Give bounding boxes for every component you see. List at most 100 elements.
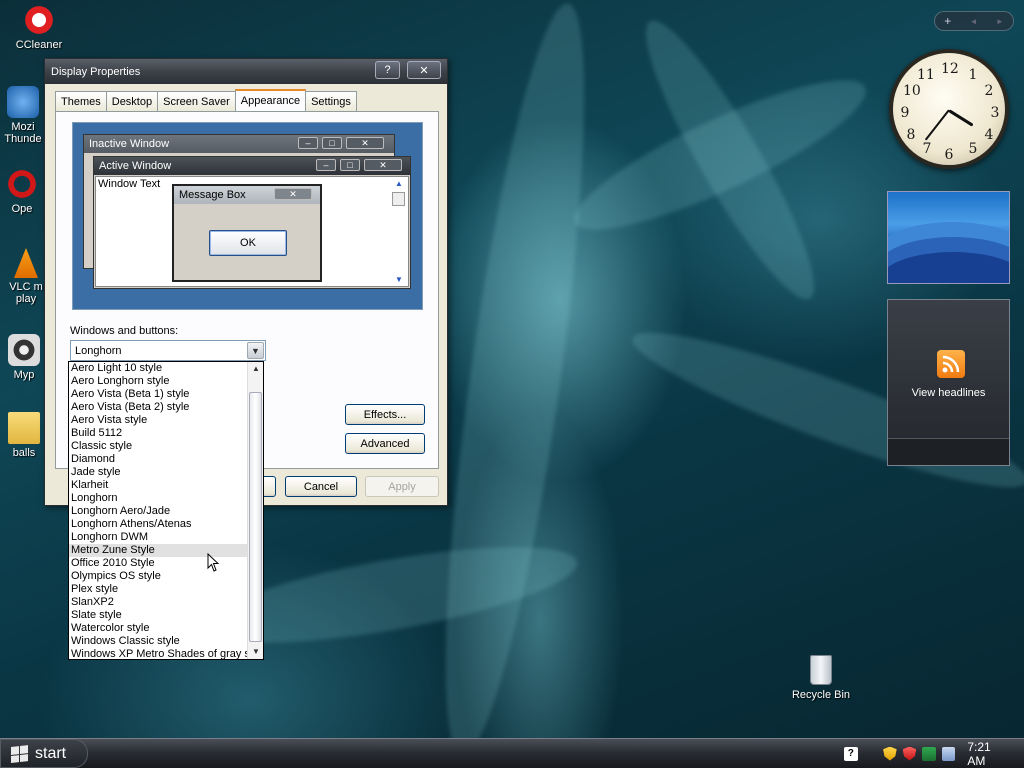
desktop-icon-ccleaner[interactable]: CCleaner	[4, 4, 74, 51]
start-button[interactable]: start	[0, 739, 88, 768]
list-item[interactable]: Plex style	[69, 583, 248, 596]
list-item[interactable]: SlanXP2	[69, 596, 248, 609]
help-icon: ?	[384, 64, 391, 76]
scroll-thumb[interactable]	[249, 392, 262, 642]
add-gadget-button[interactable]: +	[944, 14, 951, 28]
slideshow-gadget[interactable]	[887, 191, 1010, 284]
volume-icon[interactable]	[941, 746, 956, 761]
list-item[interactable]: Longhorn DWM	[69, 531, 248, 544]
antivirus-icon[interactable]	[902, 746, 917, 761]
thunderbird-icon	[7, 86, 39, 118]
ccleaner-icon	[23, 4, 55, 36]
list-item[interactable]: Windows XP Metro Shades of gray st	[69, 648, 248, 659]
cancel-button[interactable]: Cancel	[285, 476, 357, 497]
feed-headlines-gadget[interactable]: View headlines	[887, 299, 1010, 466]
scroll-down-icon: ▼	[395, 275, 403, 284]
tab-themes[interactable]: Themes	[55, 91, 107, 111]
windows-buttons-label: Windows and buttons:	[70, 325, 179, 337]
list-item[interactable]: Olympics OS style	[69, 570, 248, 583]
preview-ok-button: OK	[209, 230, 287, 256]
tab-strip: Themes Desktop Screen Saver Appearance S…	[55, 89, 357, 111]
advanced-button[interactable]: Advanced	[345, 433, 425, 454]
system-tray: ? 7:21 AM	[843, 739, 1024, 768]
maximize-icon: □	[340, 159, 360, 171]
list-item[interactable]: Aero Longhorn style	[69, 375, 248, 388]
tab-settings[interactable]: Settings	[305, 91, 357, 111]
desktop-icon-label: Mozi Thunde	[4, 121, 42, 145]
minimize-icon: ‒	[316, 159, 336, 171]
desktop-icon-label: CCleaner	[15, 39, 63, 51]
desktop-icon-recycle-bin[interactable]: Recycle Bin	[786, 655, 856, 701]
list-item-highlighted[interactable]: Metro Zune Style	[69, 544, 248, 557]
help-icon[interactable]: ?	[843, 746, 858, 761]
clock-number: 9	[900, 105, 910, 121]
next-page-button[interactable]: ►	[996, 17, 1004, 26]
taskbar-clock[interactable]: 7:21 AM	[967, 740, 1010, 768]
windows-buttons-dropdown-list[interactable]: Aero Light 10 style Aero Longhorn style …	[68, 361, 264, 660]
security-shield-icon[interactable]	[883, 746, 897, 761]
clock-gadget[interactable]: 12 1 2 3 4 5 6 7 8 9 10 11	[889, 49, 1009, 169]
folder-icon	[8, 412, 40, 444]
preview-scrollbar: ▲ ▼	[392, 179, 406, 284]
effects-button[interactable]: Effects...	[345, 404, 425, 425]
list-item[interactable]: Build 5112	[69, 427, 248, 440]
scroll-up-icon[interactable]: ▲	[248, 362, 263, 376]
close-button[interactable]: ✕	[407, 61, 441, 79]
list-item[interactable]: Classic style	[69, 440, 248, 453]
desktop-icon-balls-folder[interactable]: balls	[4, 412, 44, 459]
appearance-preview: Inactive Window ‒ □ ✕ Active Window ‒ □ …	[72, 122, 423, 310]
clock-number: 4	[984, 127, 994, 143]
window-titlebar[interactable]: Display Properties ? ✕	[45, 59, 447, 84]
list-item[interactable]: Jade style	[69, 466, 248, 479]
apply-button[interactable]: Apply	[365, 476, 439, 497]
list-item[interactable]: Diamond	[69, 453, 248, 466]
previous-page-button[interactable]: ◄	[970, 17, 978, 26]
clock-number: 10	[903, 83, 921, 99]
list-item[interactable]: Office 2010 Style	[69, 557, 248, 570]
recycle-bin-label: Recycle Bin	[791, 689, 851, 701]
network-icon[interactable]	[922, 746, 936, 761]
list-item[interactable]: Watercolor style	[69, 622, 248, 635]
active-window-title: Active Window	[99, 160, 172, 172]
list-item[interactable]: Aero Vista (Beta 1) style	[69, 388, 248, 401]
help-button[interactable]: ?	[375, 61, 400, 79]
list-item[interactable]: Windows Classic style	[69, 635, 248, 648]
desktop-icon-mypaint[interactable]: Myp	[4, 334, 44, 381]
tab-appearance[interactable]: Appearance	[234, 89, 307, 111]
clock-number: 3	[990, 105, 1000, 121]
chevron-down-icon[interactable]: ▼	[247, 342, 264, 359]
desktop-icon-label: Ope	[11, 203, 33, 215]
vlc-cone-icon	[14, 248, 38, 278]
list-item[interactable]: Aero Vista (Beta 2) style	[69, 401, 248, 414]
close-icon: ✕	[274, 188, 312, 200]
tab-desktop[interactable]: Desktop	[105, 91, 159, 111]
desktop-icon-label: Myp	[13, 369, 35, 381]
list-item[interactable]: Longhorn Athens/Atenas	[69, 518, 248, 531]
list-item[interactable]: Longhorn	[69, 492, 248, 505]
combo-value: Longhorn	[75, 344, 122, 357]
scroll-down-icon[interactable]: ▼	[248, 645, 263, 659]
clock-number: 6	[944, 147, 954, 163]
message-box-title: Message Box	[179, 189, 246, 201]
tab-screen-saver[interactable]: Screen Saver	[157, 91, 236, 111]
desktop-icon-mozilla-thunderbird[interactable]: Mozi Thunde	[0, 86, 48, 145]
desktop-icon-opera[interactable]: Ope	[2, 168, 42, 215]
list-item[interactable]: Longhorn Aero/Jade	[69, 505, 248, 518]
start-label: start	[35, 744, 67, 762]
scroll-thumb	[392, 192, 405, 206]
windows-buttons-select[interactable]: Longhorn ▼	[70, 340, 266, 361]
dropdown-scrollbar[interactable]: ▲ ▼	[247, 362, 263, 659]
taskbar: start ? 7:21 AM	[0, 738, 1024, 768]
minimize-icon: ‒	[298, 137, 318, 149]
clock-number: 7	[922, 141, 932, 157]
sidebar-controls: + ◄ ►	[934, 11, 1014, 31]
list-item[interactable]: Slate style	[69, 609, 248, 622]
inactive-window-title: Inactive Window	[89, 138, 170, 150]
list-item[interactable]: Klarheit	[69, 479, 248, 492]
list-item[interactable]: Aero Light 10 style	[69, 362, 248, 375]
opera-icon	[6, 168, 38, 200]
list-item[interactable]: Aero Vista style	[69, 414, 248, 427]
recycle-bin-icon	[810, 655, 832, 685]
clock-number: 2	[984, 83, 994, 99]
desktop-icon-vlc[interactable]: VLC m play	[4, 248, 48, 305]
